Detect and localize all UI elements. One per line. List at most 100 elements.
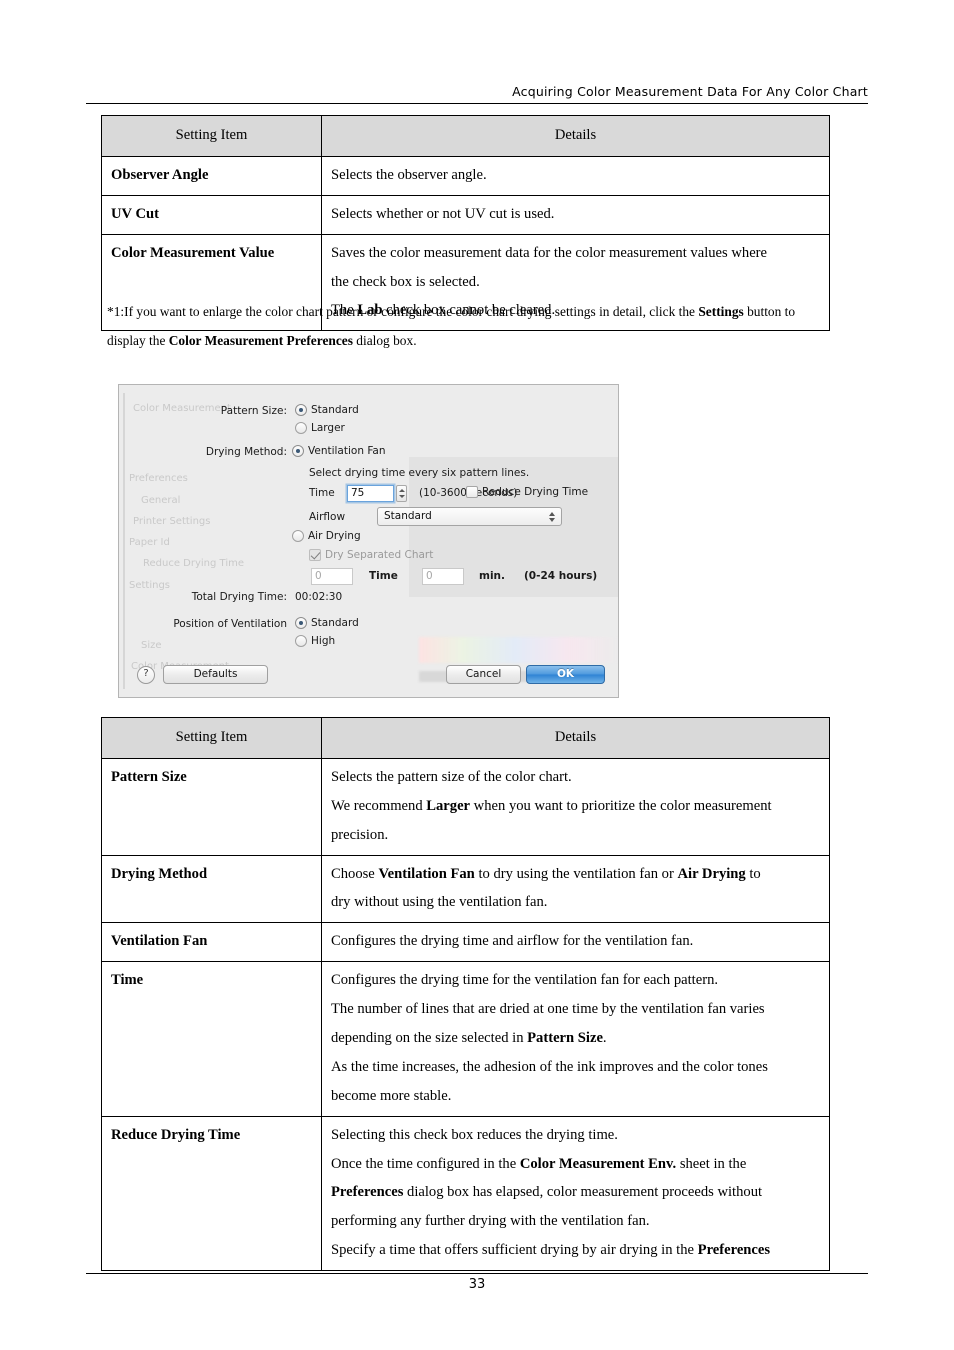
table-row: UV Cut Selects whether or not UV cut is … [101,194,830,235]
time-field-label: Time [309,487,335,499]
ghost-window-edge [123,393,125,689]
emphasis-color-measurement-preferences: Color Measurement Preferences [168,332,353,348]
radio-icon[interactable] [292,445,304,457]
radio-icon[interactable] [292,530,304,542]
drying-method-label: Drying Method: [205,446,287,458]
emphasis-ventilation-fan: Ventilation Fan [378,865,475,882]
setting-details: Configures the drying time and airflow f… [321,922,830,963]
details-line: Selects the pattern size of the color ch… [331,768,572,785]
details-line: performing any further drying with the v… [331,1213,650,1230]
radio-label: Larger [311,422,345,434]
details-line: the check box is selected. [331,273,480,290]
details-line: The number of lines that are dried at on… [331,1001,765,1018]
radio-icon[interactable] [295,617,307,629]
column-header-setting-item: Setting Item [101,115,322,157]
defaults-button[interactable]: Defaults [163,665,268,684]
drying-method-option-ventilation-fan[interactable]: Ventilation Fan [292,445,385,457]
emphasis-preferences: Preferences [331,1184,404,1201]
position-of-ventilation-label: Position of Ventilation [173,618,287,630]
airflow-label: Airflow [309,511,346,523]
cancel-button[interactable]: Cancel [446,665,521,684]
details-line: Choose Ventilation Fan to dry using the … [331,865,761,882]
ghost-line: Size [141,640,162,651]
radio-icon[interactable] [295,635,307,647]
drying-method-option-air-drying[interactable]: Air Drying [292,530,361,542]
emphasis-color-measurement-env: Color Measurement Env. [519,1155,677,1172]
details-line: dry without using the ventilation fan. [331,894,548,911]
table-row: Observer Angle Selects the observer angl… [101,155,830,196]
position-of-ventilation-option-standard[interactable]: Standard [295,617,359,629]
setting-item-label: Drying Method [101,854,322,924]
total-drying-time-label: Total Drying Time: [191,591,287,603]
ghost-text-layer: Color Measurement Preferences General Pr… [119,385,289,697]
checkbox-icon[interactable] [309,549,321,561]
time-stepper[interactable] [396,485,407,502]
pattern-size-option-larger[interactable]: Larger [295,422,345,434]
setting-details: Selects the observer angle. [321,155,830,196]
ok-button[interactable]: OK [526,665,605,684]
checkbox-label: Dry Separated Chart [325,549,434,561]
details-line: Selects whether or not UV cut is used. [331,205,555,222]
header-title: Acquiring Color Measurement Data For Any… [512,84,868,99]
minutes-input[interactable]: 0 [422,568,464,585]
setting-item-label: Ventilation Fan [101,922,322,963]
radio-icon[interactable] [295,422,307,434]
document-page: Acquiring Color Measurement Data For Any… [0,0,954,1350]
column-header-details: Details [321,717,830,759]
column-header-setting-item: Setting Item [101,717,322,759]
hours-input[interactable]: 0 [311,568,353,585]
ghost-line: Preferences [129,473,188,484]
airflow-select[interactable]: Standard [377,507,562,526]
setting-item-label: Reduce Drying Time [101,1115,322,1272]
table-row: Ventilation Fan Configures the drying ti… [101,922,830,963]
column-header-details: Details [321,115,830,157]
details-line: Specify a time that offers sufficient dr… [331,1242,771,1259]
radio-label: Air Drying [308,530,361,542]
radio-label: Standard [311,404,359,416]
radio-label: High [311,635,336,647]
details-line: Preferences dialog box has elapsed, colo… [331,1184,763,1201]
air-drying-hours-field[interactable]: 0 [311,568,353,585]
dry-separated-chart-checkbox[interactable]: Dry Separated Chart [309,549,433,561]
details-line: depending on the size selected in Patter… [331,1030,607,1047]
setting-item-label: Time [101,961,322,1117]
reduce-drying-time-checkbox[interactable]: Reduce Drying Time [466,486,588,498]
checkbox-label: Reduce Drying Time [482,486,589,498]
minutes-unit-label: min. [479,570,506,582]
setting-item-label: UV Cut [101,194,322,235]
emphasis-settings: Settings [698,304,744,319]
help-button[interactable]: ? [137,666,155,684]
table-row: Reduce Drying Time Selecting this check … [101,1115,830,1272]
footnote-line-1: *1:If you want to enlarge the color char… [107,304,796,319]
setting-details: Configures the drying time for the venti… [321,961,830,1117]
table-row: Time Configures the drying time for the … [101,961,830,1117]
running-header: Acquiring Color Measurement Data For Any… [86,84,868,104]
ghost-line: Reduce Drying Time [143,558,245,569]
ghost-line: General [141,495,181,506]
radio-label: Ventilation Fan [308,445,386,457]
details-line: Selecting this check box reduces the dry… [331,1126,618,1143]
time-input[interactable]: 75 [347,485,394,502]
table-header-row: Setting Item Details [101,717,830,759]
air-drying-time-label: Time [369,570,398,582]
time-stepper-group[interactable]: 75 [347,485,407,502]
ghost-line: Paper Id [129,537,170,548]
details-line: Once the time configured in the Color Me… [331,1155,747,1172]
footer-rule [86,1273,868,1274]
radio-icon[interactable] [295,404,307,416]
details-line: Configures the drying time and airflow f… [331,933,694,950]
details-line: become more stable. [331,1087,452,1104]
footnote: *1:If you want to enlarge the color char… [107,298,869,356]
checkbox-icon[interactable] [466,486,478,498]
header-rule [86,103,868,104]
updown-arrows-icon [549,511,556,523]
setting-details: Selects whether or not UV cut is used. [321,194,830,235]
page-number: 33 [468,1277,486,1292]
table-two-body: Pattern Size Selects the pattern size of… [101,757,830,1272]
position-of-ventilation-option-high[interactable]: High [295,635,335,647]
footnote-line-2: display the Color Measurement Preference… [107,332,417,348]
details-line: We recommend Larger when you want to pri… [331,797,772,814]
air-drying-minutes-field[interactable]: 0 [422,568,464,585]
setting-item-label: Pattern Size [101,757,322,856]
pattern-size-option-standard[interactable]: Standard [295,404,359,416]
